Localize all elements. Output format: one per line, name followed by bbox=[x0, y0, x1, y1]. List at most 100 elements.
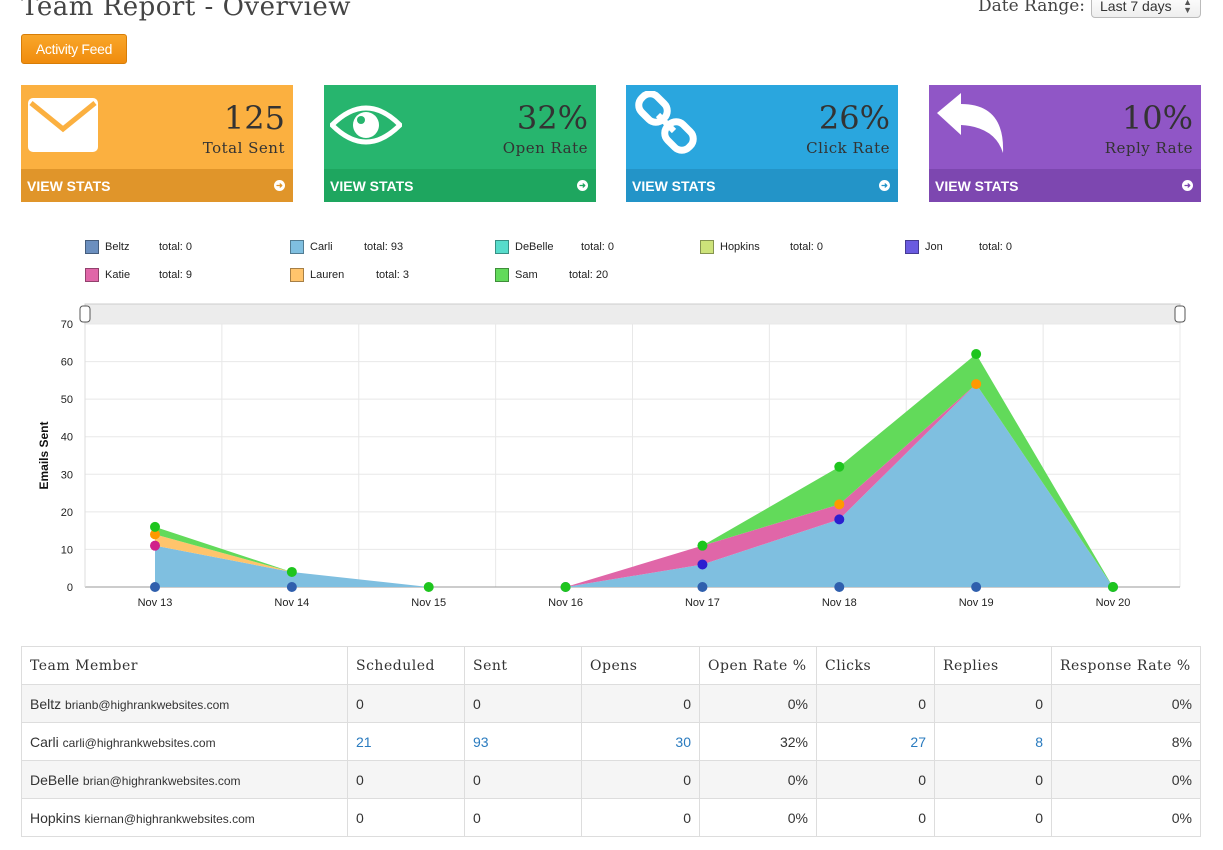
data-point-sam bbox=[697, 540, 708, 551]
reply-rate-card: 10% Reply Rate VIEW STATS ➜ bbox=[929, 85, 1201, 202]
legend-swatch bbox=[290, 240, 304, 254]
data-point-beltz bbox=[150, 582, 160, 592]
legend-item-jon[interactable]: Jon total: 0 bbox=[905, 240, 1012, 254]
column-header[interactable]: Opens bbox=[581, 646, 700, 685]
clicks-cell: 0 bbox=[816, 684, 935, 723]
data-point-sam bbox=[150, 521, 160, 532]
view-stats-label: VIEW STATS bbox=[632, 177, 716, 194]
y-tick-label: 40 bbox=[61, 432, 73, 444]
y-tick-label: 60 bbox=[61, 357, 73, 369]
data-point-sam bbox=[286, 566, 297, 577]
legend-swatch bbox=[905, 240, 919, 254]
y-tick-label: 30 bbox=[61, 469, 73, 481]
legend-item-hopkins[interactable]: Hopkins total: 0 bbox=[700, 240, 823, 254]
replies-link[interactable]: 8 bbox=[934, 722, 1052, 761]
column-header[interactable]: Clicks bbox=[816, 646, 935, 685]
legend-item-lauren[interactable]: Lauren total: 3 bbox=[290, 268, 409, 282]
view-stats-link[interactable]: VIEW STATS ➜ bbox=[21, 169, 293, 202]
y-tick-label: 0 bbox=[67, 582, 73, 594]
column-header[interactable]: Scheduled bbox=[347, 646, 465, 685]
replies-cell: 0 bbox=[934, 798, 1052, 837]
legend-swatch bbox=[700, 240, 714, 254]
open-rate-cell: 32% bbox=[699, 722, 817, 761]
reply-icon bbox=[935, 91, 1009, 162]
range-handle-left bbox=[79, 305, 91, 323]
legend-name: Sam bbox=[515, 269, 538, 281]
chart-legend: Beltz total: 0 Carli total: 93 DeBelle t… bbox=[0, 236, 1223, 286]
date-range-value: Last 7 days bbox=[1100, 0, 1172, 14]
legend-swatch bbox=[85, 240, 99, 254]
member-name: Carli bbox=[30, 733, 59, 750]
arrow-circle-icon: ➜ bbox=[879, 180, 890, 191]
data-point-jon bbox=[697, 559, 708, 570]
legend-item-sam[interactable]: Sam total: 20 bbox=[495, 268, 608, 282]
data-point-lauren bbox=[834, 499, 845, 510]
column-header[interactable]: Replies bbox=[934, 646, 1052, 685]
arrow-circle-icon: ➜ bbox=[274, 180, 285, 191]
card-label: Click Rate bbox=[806, 139, 890, 157]
view-stats-link[interactable]: VIEW STATS ➜ bbox=[929, 169, 1201, 202]
member-email: carli@highrankwebsites.com bbox=[62, 735, 216, 750]
legend-item-carli[interactable]: Carli total: 93 bbox=[290, 240, 403, 254]
sent-cell: 0 bbox=[464, 684, 582, 723]
card-value: 10% bbox=[1121, 99, 1193, 137]
view-stats-link[interactable]: VIEW STATS ➜ bbox=[626, 169, 898, 202]
column-header[interactable]: Sent bbox=[464, 646, 582, 685]
legend-name: Carli bbox=[310, 241, 333, 253]
column-header[interactable]: Team Member bbox=[21, 646, 348, 685]
date-range: Date Range: Last 7 days ▲ ▼ bbox=[978, 0, 1201, 18]
team-report-table: Team Member Scheduled Sent Opens Open Ra… bbox=[21, 646, 1201, 837]
view-stats-link[interactable]: VIEW STATS ➜ bbox=[324, 169, 596, 202]
data-point-sam bbox=[423, 582, 434, 592]
y-tick-label: 10 bbox=[61, 544, 73, 556]
data-point-beltz bbox=[971, 582, 982, 592]
member-email: brianb@highrankwebsites.com bbox=[65, 697, 230, 712]
legend-item-beltz[interactable]: Beltz total: 0 bbox=[85, 240, 192, 254]
column-header[interactable]: Response Rate % bbox=[1051, 646, 1201, 685]
page-title: Team Report - Overview bbox=[21, 0, 352, 22]
opens-link[interactable]: 30 bbox=[581, 722, 700, 761]
x-tick-label: Nov 13 bbox=[138, 597, 173, 609]
x-tick-label: Nov 18 bbox=[822, 597, 857, 609]
x-tick-label: Nov 20 bbox=[1096, 597, 1131, 609]
arrow-circle-icon: ➜ bbox=[577, 180, 588, 191]
y-tick-label: 20 bbox=[61, 507, 73, 519]
activity-feed-button[interactable]: Activity Feed bbox=[21, 34, 127, 64]
legend-total: total: 93 bbox=[364, 241, 404, 253]
date-range-label: Date Range: bbox=[977, 0, 1085, 16]
sent-cell: 0 bbox=[464, 760, 582, 799]
view-stats-label: VIEW STATS bbox=[935, 177, 1019, 194]
link-icon bbox=[634, 90, 700, 160]
legend-swatch bbox=[290, 268, 304, 282]
card-value: 26% bbox=[818, 99, 890, 137]
date-range-select[interactable]: Last 7 days ▲ ▼ bbox=[1091, 0, 1201, 18]
range-handle-right bbox=[1174, 305, 1186, 323]
table-header-row: Team Member Scheduled Sent Opens Open Ra… bbox=[21, 646, 1201, 685]
click-rate-card: 26% Click Rate VIEW STATS ➜ bbox=[626, 85, 898, 202]
table-row: Carli carli@highrankwebsites.com 21 93 3… bbox=[21, 722, 1201, 761]
legend-name: Katie bbox=[105, 269, 131, 281]
legend-swatch bbox=[495, 268, 509, 282]
legend-name: Beltz bbox=[105, 241, 130, 253]
card-value: 32% bbox=[516, 99, 588, 137]
sent-link[interactable]: 93 bbox=[464, 722, 582, 761]
x-tick-label: Nov 15 bbox=[411, 597, 446, 609]
scheduled-cell: 0 bbox=[347, 684, 465, 723]
envelope-icon bbox=[27, 97, 99, 158]
card-body: 32% Open Rate bbox=[324, 85, 596, 169]
clicks-cell: 0 bbox=[816, 798, 935, 837]
clicks-cell: 0 bbox=[816, 760, 935, 799]
legend-total: total: 0 bbox=[159, 241, 193, 253]
table-row: DeBelle brian@highrankwebsites.com 0 0 0… bbox=[21, 760, 1201, 799]
member-name: DeBelle bbox=[30, 771, 80, 788]
member-cell: DeBelle brian@highrankwebsites.com bbox=[21, 760, 348, 799]
scheduled-link[interactable]: 21 bbox=[347, 722, 465, 761]
column-header[interactable]: Open Rate % bbox=[699, 646, 817, 685]
card-label: Open Rate bbox=[502, 139, 588, 157]
legend-item-debelle[interactable]: DeBelle total: 0 bbox=[495, 240, 614, 254]
clicks-link[interactable]: 27 bbox=[816, 722, 935, 761]
legend-item-katie[interactable]: Katie total: 9 bbox=[85, 268, 192, 282]
y-axis-title: Emails Sent bbox=[37, 421, 51, 489]
select-arrows-icon: ▲ ▼ bbox=[1183, 0, 1192, 15]
data-point-lauren bbox=[971, 379, 982, 390]
